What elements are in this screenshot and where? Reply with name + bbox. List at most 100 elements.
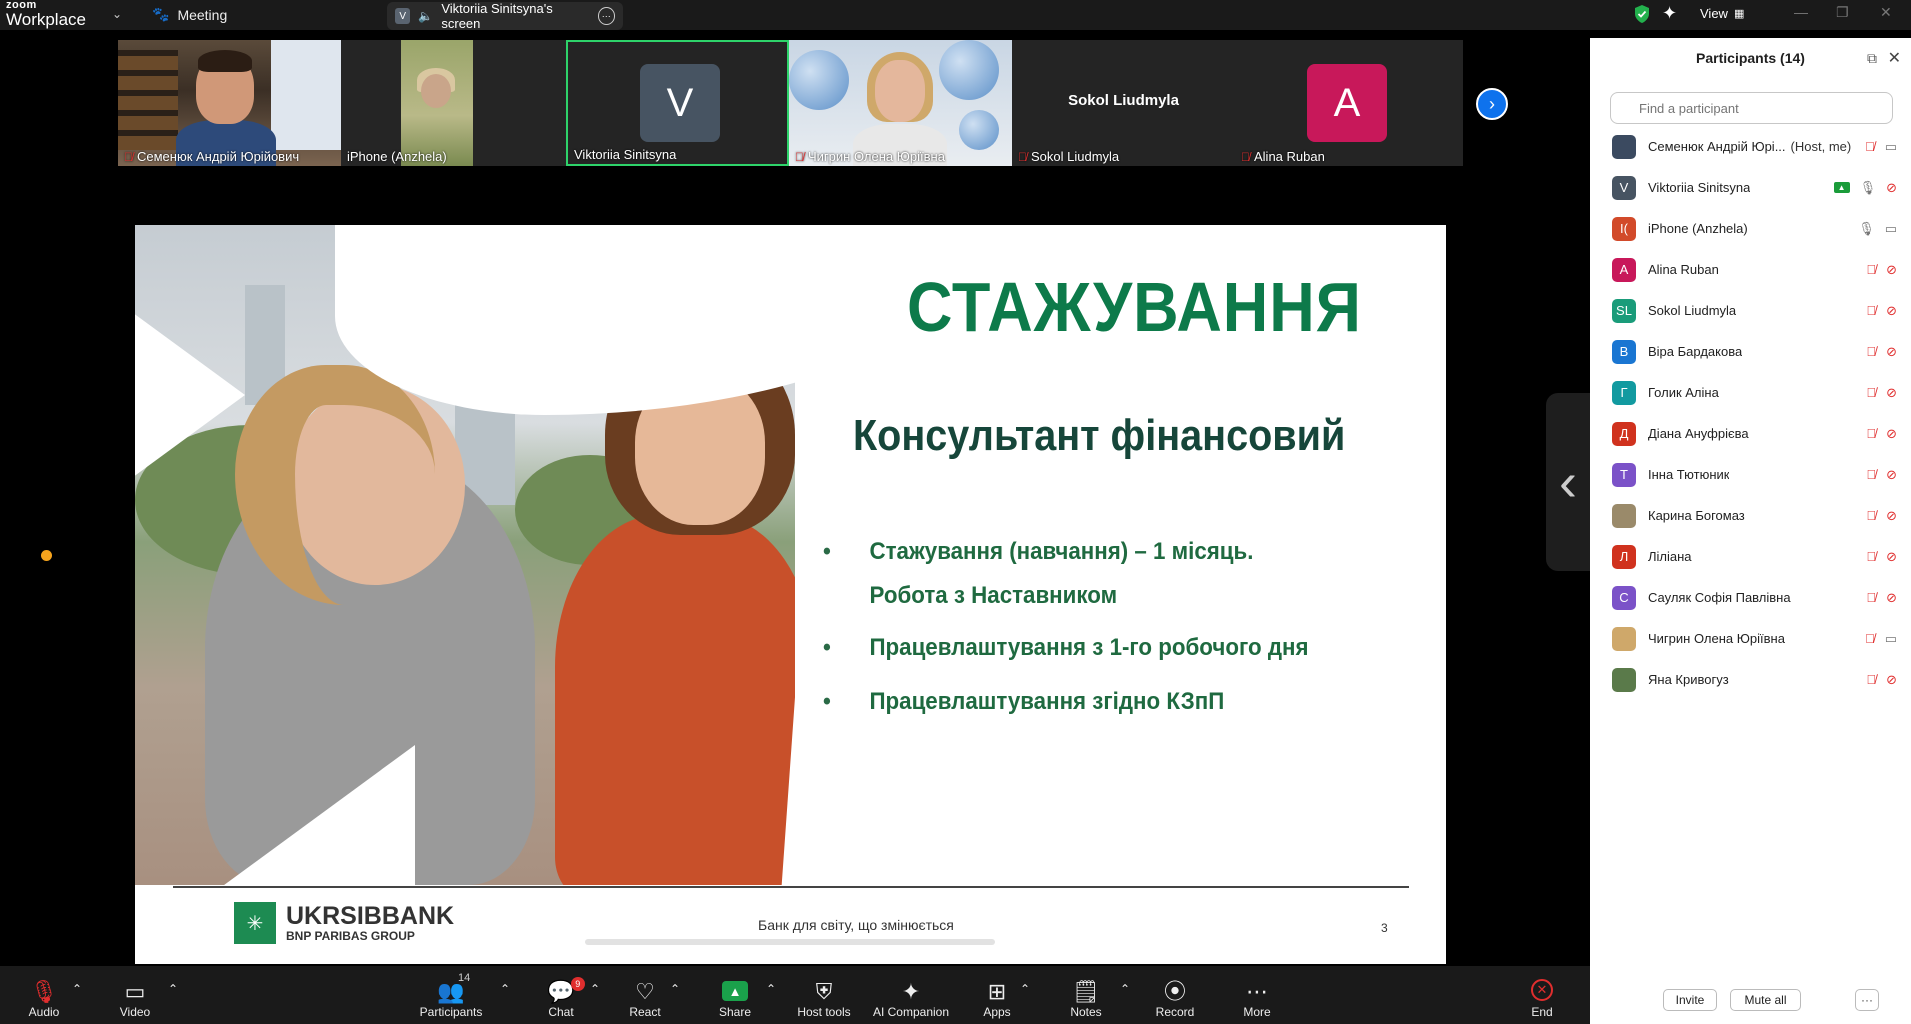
mic-off-icon[interactable]: 🎙̸ [1866,262,1876,277]
chat-button[interactable]: 💬 9 Chat [546,966,585,1024]
participant-row[interactable]: Яна Кривогуз 🎙̸ ⊘ [1590,659,1911,700]
more-options-icon[interactable]: ··· [597,7,615,25]
mic-off-icon[interactable]: 🎙̸ [1866,549,1876,564]
minimize-icon[interactable]: — [1794,4,1808,20]
close-window-icon[interactable]: ✕ [1880,4,1892,21]
video-tile[interactable]: Sokol Liudmyla 🎙̸ Sokol Liudmyla [1012,40,1235,166]
background-globe [959,110,999,150]
mic-off-icon[interactable]: 🎙̸ [1866,467,1876,482]
video-off-icon[interactable]: ⊘ [1886,262,1897,278]
participant-row[interactable]: Т Інна Тютюник 🎙̸ ⊘ [1590,454,1911,495]
video-tile-active-speaker[interactable]: V Viktoriia Sinitsyna [566,40,789,166]
more-button[interactable]: ··· [1855,989,1879,1011]
end-meeting-button[interactable]: ✕ End [1530,966,1554,1024]
react-button[interactable]: ♡ React [628,966,662,1024]
invite-button[interactable]: Invite [1663,989,1717,1011]
next-page-arrow-icon[interactable]: › [1476,88,1508,120]
ai-sparkle-icon[interactable]: ✦ [1662,3,1677,24]
mic-off-icon[interactable]: 🎙̸ [1866,590,1876,605]
video-off-icon[interactable]: ⊘ [1886,303,1897,319]
video-off-icon[interactable]: ⊘ [1886,426,1897,442]
share-button[interactable]: ▲ Share [718,966,752,1024]
participant-row[interactable]: Д Діана Ануфрієва 🎙̸ ⊘ [1590,413,1911,454]
collapse-panel-handle[interactable]: ‹ [1546,393,1590,571]
apps-button[interactable]: ⊞ Apps [982,966,1012,1024]
video-off-icon[interactable]: ⊘ [1886,549,1897,565]
video-off-icon[interactable]: ⊘ [1886,672,1897,688]
maximize-icon[interactable]: ❐ [1836,4,1849,21]
video-camera-icon: ▭ [124,979,146,1004]
notes-options-caret[interactable]: ⌃ [1120,982,1130,1001]
mic-off-icon: 🎙̸ [1241,149,1250,164]
mic-off-icon[interactable]: 🎙̸ [1866,344,1876,359]
mic-off-icon[interactable]: 🎙̸ [1866,303,1876,318]
chat-options-caret[interactable]: ⌃ [590,982,600,1001]
mic-off-icon[interactable]: 🎙̸ [1866,672,1876,687]
participant-row[interactable]: A Alina Ruban 🎙̸ ⊘ [1590,249,1911,290]
mic-off-icon: 🎙̸ [124,149,133,164]
apps-options-caret[interactable]: ⌃ [1020,982,1030,1001]
meeting-menu[interactable]: 🐾 Meeting [152,6,227,23]
video-off-icon[interactable]: ⊘ [1886,467,1897,483]
audio-button[interactable]: 🎙 Audio [24,966,64,1024]
participant-row[interactable]: Л Ліліана 🎙̸ ⊘ [1590,536,1911,577]
participant-row[interactable]: Г Голик Аліна 🎙̸ ⊘ [1590,372,1911,413]
mic-off-icon[interactable]: 🎙̸ [1866,508,1876,523]
mic-off-icon[interactable]: 🎙̸ [1865,631,1875,646]
pointer-dot [41,550,52,561]
notes-label: Notes [1070,1005,1102,1019]
chevron-down-icon[interactable]: ⌄ [112,7,122,21]
participants-button[interactable]: 👥 14 Participants [418,966,484,1024]
video-tile[interactable]: 🎙̸ Семенюк Андрій Юрійович [118,40,341,166]
video-off-icon[interactable]: ⊘ [1886,385,1897,401]
chat-badge: 9 [570,977,585,991]
participant-avatar: Д [1612,421,1636,446]
video-off-icon[interactable]: ⊘ [1886,344,1897,360]
video-tile[interactable]: A 🎙̸ Alina Ruban [1235,40,1463,166]
participant-row[interactable]: Карина Богомаз 🎙̸ ⊘ [1590,495,1911,536]
share-options-caret[interactable]: ⌃ [766,982,776,1001]
popout-icon[interactable]: ⧉ [1867,50,1877,67]
participant-row[interactable]: Семенюк Андрій Юрі... (Host, me) 🎙̸ ▭ [1590,126,1911,167]
participant-row[interactable]: С Сауляк Софія Павлівна 🎙̸ ⊘ [1590,577,1911,618]
bullet-text: Робота з Наставником [869,582,1118,609]
react-options-caret[interactable]: ⌃ [670,982,680,1001]
video-off-icon[interactable]: ⊘ [1886,508,1897,524]
video-button[interactable]: ▭ Video [115,966,155,1024]
participant-row[interactable]: I(iPhone (Anzhela) 🎙 ▭ [1590,208,1911,249]
video-tile[interactable]: 🎙̸ Чигрин Олена Юріївна [789,40,1012,166]
video-off-icon[interactable]: ⊘ [1886,590,1897,606]
slide-scrollbar[interactable] [585,939,995,945]
close-icon[interactable]: ✕ [1888,48,1901,68]
view-button[interactable]: View ▦ [1700,6,1744,21]
participant-row[interactable]: SL Sokol Liudmyla 🎙̸ ⊘ [1590,290,1911,331]
video-tile[interactable]: iPhone (Anzhela) [341,40,566,166]
mic-off-icon[interactable]: 🎙̸ [1865,139,1875,154]
mic-icon[interactable]: 🎙 [1858,221,1875,237]
video-off-icon[interactable]: ⊘ [1886,180,1897,196]
audio-options-caret[interactable]: ⌃ [72,982,82,1001]
mic-off-icon[interactable]: 🎙̸ [1866,385,1876,400]
screen-share-indicator[interactable]: V 🔈 Viktoriia Sinitsyna's screen ··· [387,1,623,31]
participant-row[interactable]: Чигрин Олена Юріївна 🎙̸ ▭ [1590,618,1911,659]
host-tools-button[interactable]: ⛨ Host tools [796,966,852,1024]
search-input[interactable] [1610,92,1893,124]
participants-options-caret[interactable]: ⌃ [500,982,510,1001]
mic-icon[interactable]: 🎙 [1860,180,1877,196]
video-options-caret[interactable]: ⌃ [168,982,178,1001]
notes-icon: 🗒 [1072,979,1100,1004]
participant-row[interactable]: В Віра Бардакова 🎙̸ ⊘ [1590,331,1911,372]
record-button[interactable]: ⦿ Record [1156,966,1195,1024]
participant-row[interactable]: V Viktoriia Sinitsyna ▲ 🎙 ⊘ [1590,167,1911,208]
bank-logo-name: UKRSIBBANK [286,901,455,930]
participant-avatar [1612,626,1636,651]
notes-button[interactable]: 🗒 Notes [1070,966,1102,1024]
mute-all-button[interactable]: Mute all [1730,989,1801,1011]
video-camera-icon[interactable]: ▭ [1885,631,1897,647]
more-button[interactable]: ⋯ More [1242,966,1272,1024]
ai-companion-button[interactable]: ✦ AI Companion [871,966,951,1024]
security-shield-icon[interactable] [1633,4,1651,24]
video-camera-icon[interactable]: ▭ [1885,221,1897,237]
mic-off-icon[interactable]: 🎙̸ [1866,426,1876,441]
video-camera-icon[interactable]: ▭ [1885,139,1897,155]
